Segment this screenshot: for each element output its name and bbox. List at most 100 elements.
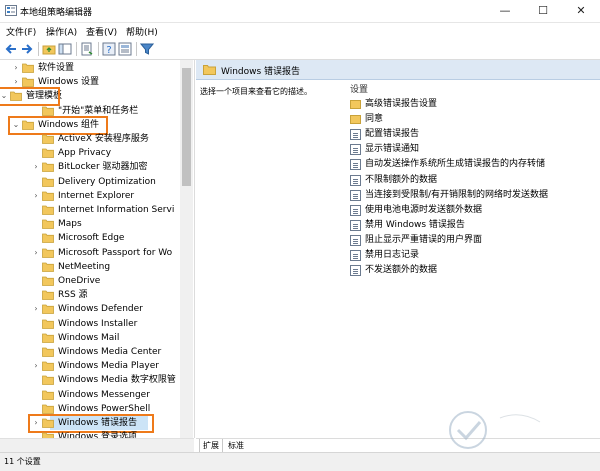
tree-item-label: Microsoft Edge	[58, 233, 125, 244]
menu-view[interactable]: 查看(V)	[86, 25, 117, 38]
tree-item-windows-defender[interactable]: › Windows Defender	[0, 302, 180, 316]
tree-item-delivery-optimization[interactable]: Delivery Optimization	[0, 175, 180, 189]
tree-item-app-privacy[interactable]: App Privacy	[0, 146, 180, 160]
chevron-right-icon[interactable]: ›	[32, 302, 40, 316]
no-expander	[32, 331, 40, 345]
policy-setting-item[interactable]: 不发送额外的数据	[350, 263, 590, 278]
settings-folder-item[interactable]: 同意	[350, 112, 590, 127]
setting-label: 同意	[365, 114, 384, 125]
tree-item-windows-messenger[interactable]: Windows Messenger	[0, 388, 180, 402]
no-expander	[32, 345, 40, 359]
folder-icon	[42, 233, 54, 244]
toolbar-separator	[38, 42, 39, 56]
export-list-icon[interactable]	[80, 42, 94, 56]
show-tree-icon[interactable]	[58, 42, 72, 56]
tree-item-label: Internet Information Servi	[58, 205, 175, 215]
tree-item-label: App Privacy	[58, 148, 112, 159]
minimize-button[interactable]: —	[486, 0, 524, 22]
no-expander	[32, 373, 40, 387]
setting-label: 显示错误通知	[365, 144, 420, 155]
folder-icon	[42, 106, 54, 116]
tree-item-activex[interactable]: ActiveX 安装程序服务	[0, 132, 180, 146]
tree-item-internet-explorer[interactable]: › Internet Explorer	[0, 189, 180, 203]
tree-item-label: Windows Defender	[58, 304, 143, 315]
tree-item-windows-media[interactable]: Windows Media 数字权限管	[0, 373, 180, 387]
tree-item-label: Windows Media Player	[58, 361, 159, 372]
folder-icon	[350, 115, 361, 125]
chevron-right-icon[interactable]: ›	[32, 160, 40, 174]
properties-icon[interactable]	[118, 42, 132, 56]
tree-item-onedrive[interactable]: OneDrive	[0, 274, 180, 288]
tree-item-0[interactable]: › 软件设置	[0, 61, 180, 75]
folder-icon	[42, 375, 54, 386]
folder-icon	[42, 347, 54, 357]
policy-setting-item[interactable]: 阻止显示严重错误的用户界面	[350, 233, 590, 248]
policy-setting-item[interactable]: 禁用 Windows 错误报告	[350, 218, 590, 233]
chevron-right-icon[interactable]: ›	[32, 189, 40, 203]
folder-icon	[22, 77, 34, 88]
tree-scroll-thumb[interactable]	[182, 68, 191, 186]
description-text: 选择一个项目来查看它的描述。	[200, 87, 312, 96]
chevron-right-icon[interactable]: ›	[32, 246, 40, 260]
setting-label: 阻止显示严重错误的用户界面	[365, 234, 483, 245]
tab-extended[interactable]: 扩展	[199, 439, 223, 453]
tree-item-windows-media-player[interactable]: › Windows Media Player	[0, 359, 180, 373]
settings-column-header[interactable]: 设置	[350, 82, 368, 95]
policy-setting-item[interactable]: 显示错误通知	[350, 142, 590, 157]
policy-icon	[350, 144, 361, 156]
tree-item-internet-information-servi[interactable]: Internet Information Servi	[0, 203, 180, 217]
tree-item-maps[interactable]: Maps	[0, 217, 180, 231]
help-icon[interactable]: ?	[102, 42, 116, 56]
tab-standard[interactable]: 标准	[225, 439, 247, 452]
svg-text:?: ?	[106, 45, 111, 56]
tree-item-label: Windows Mail	[58, 332, 120, 343]
tree-item-windows-media-center[interactable]: Windows Media Center	[0, 345, 180, 359]
policy-setting-item[interactable]: 配置错误报告	[350, 127, 590, 142]
chevron-right-icon[interactable]: ›	[12, 61, 20, 75]
tree-item-windows-mail[interactable]: Windows Mail	[0, 331, 180, 345]
no-expander	[32, 430, 40, 438]
tree-item-label: OneDrive	[58, 276, 101, 286]
policy-tree: › 软件设置 › Windows 设置 ⌄ 管理模板 "开始"菜单和任务栏 ⌄ Windows …	[0, 60, 195, 438]
no-expander	[32, 231, 40, 245]
policy-setting-item[interactable]: 当连接到受限制/有开销限制的网络时发送数据	[350, 188, 590, 203]
policy-icon	[350, 159, 361, 171]
tree-item-windows[interactable]: Windows 登录选项	[0, 430, 180, 438]
tree-item-windows-installer[interactable]: Windows Installer	[0, 317, 180, 331]
folder-icon	[42, 319, 54, 329]
filter-icon[interactable]	[140, 42, 154, 56]
tree-item-label: Maps	[58, 219, 82, 230]
tree-horizontal-scrollbar[interactable]	[0, 438, 194, 453]
tree-item-microsoft-passport-for-wo[interactable]: › Microsoft Passport for Wo	[0, 246, 180, 260]
tree-item-bitlocker[interactable]: › BitLocker 驱动器加密	[0, 160, 180, 174]
tree-item-label: Windows Media 数字权限管	[58, 375, 176, 386]
tree-item-label: ActiveX 安装程序服务	[58, 134, 149, 144]
setting-label: 高级错误报告设置	[365, 99, 438, 109]
folder-icon	[42, 205, 54, 215]
menu-help[interactable]: 帮助(H)	[126, 25, 158, 38]
tree-item-microsoft-edge[interactable]: Microsoft Edge	[0, 231, 180, 245]
menu-file[interactable]: 文件(F)	[6, 25, 36, 38]
tree-item-label: 软件设置	[38, 63, 75, 73]
menu-action[interactable]: 操作(A)	[46, 25, 77, 38]
toolbar: ?	[0, 39, 600, 60]
policy-setting-item[interactable]: 自动发送操作系统所生成错误报告的内存转储	[350, 157, 590, 172]
folder-icon	[42, 304, 54, 315]
up-folder-icon[interactable]	[42, 42, 56, 56]
forward-icon[interactable]	[20, 42, 34, 56]
tree-item-label: Windows Installer	[58, 318, 138, 329]
policy-setting-item[interactable]: 不限制额外的数据	[350, 173, 590, 188]
folder-icon	[42, 134, 54, 144]
maximize-button[interactable]: ☐	[524, 0, 562, 22]
tree-item-netmeeting[interactable]: NetMeeting	[0, 260, 180, 274]
chevron-right-icon[interactable]: ›	[32, 359, 40, 373]
policy-setting-item[interactable]: 禁用日志记录	[350, 248, 590, 263]
tree-item-label: Internet Explorer	[58, 190, 135, 201]
back-icon[interactable]	[4, 42, 18, 56]
close-button[interactable]: ✕	[562, 0, 600, 22]
tree-item-label: NetMeeting	[58, 261, 111, 272]
policy-setting-item[interactable]: 使用电池电源时发送额外数据	[350, 203, 590, 218]
no-expander	[32, 317, 40, 331]
tree-item-rss[interactable]: RSS 源	[0, 288, 180, 302]
settings-folder-item[interactable]: 高级错误报告设置	[350, 97, 590, 112]
